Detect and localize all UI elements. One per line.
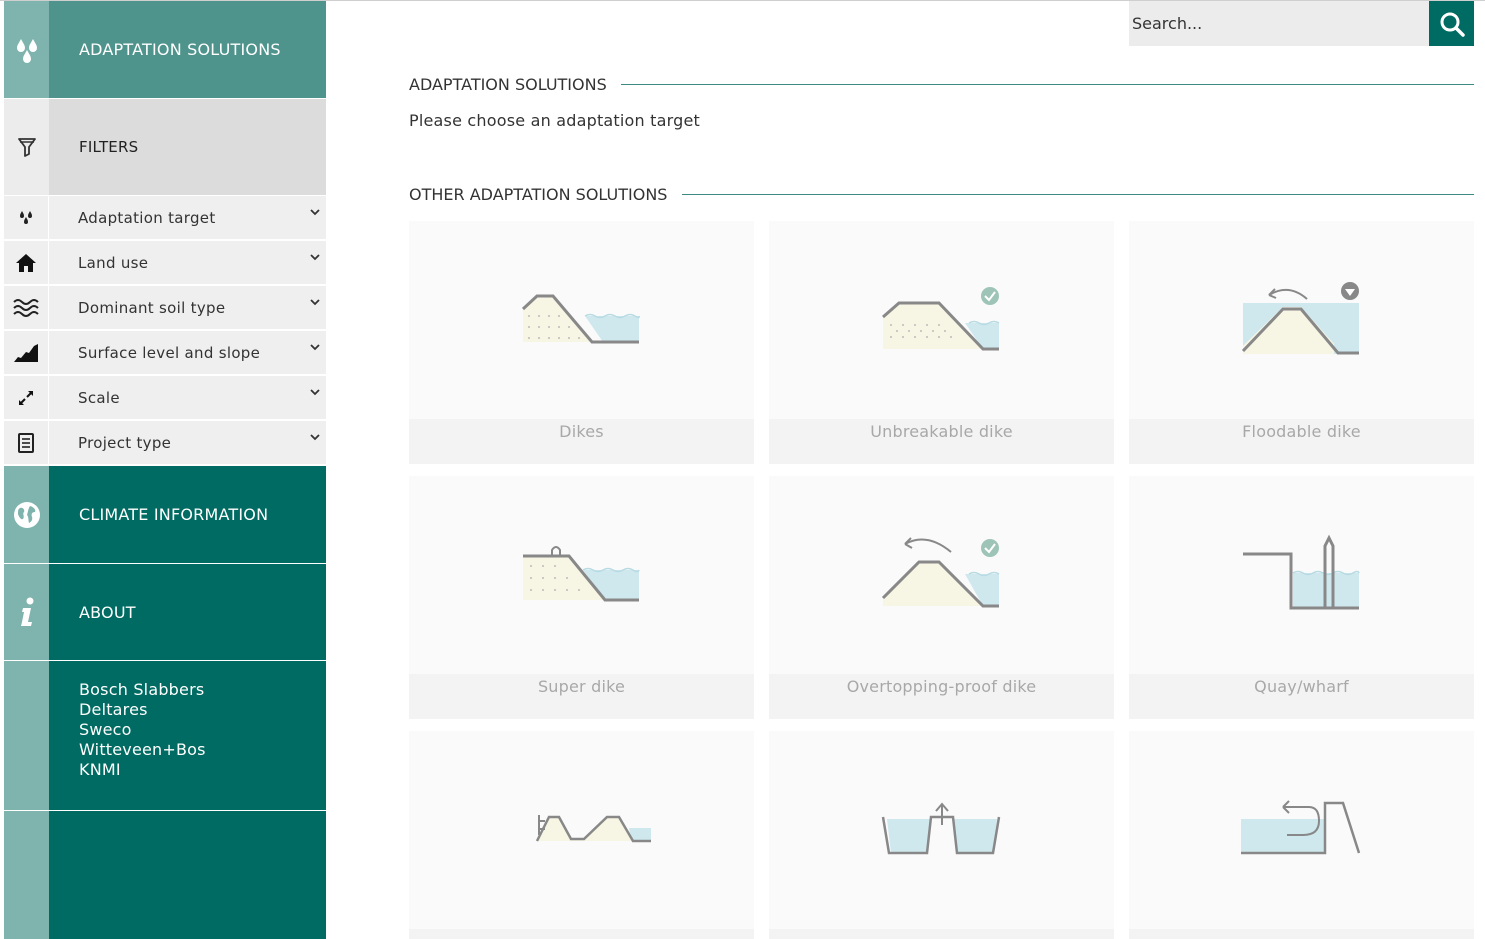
partner-name[interactable]: KNMI: [79, 760, 121, 780]
section-header-adaptation: ADAPTATION SOLUTIONS: [409, 75, 1474, 94]
sidebar-footer: [4, 811, 326, 939]
search-input[interactable]: [1129, 1, 1429, 46]
instruction-text: Please choose an adaptation target: [409, 111, 701, 130]
chevron-down-icon: [310, 299, 320, 306]
filter-surface-level-slope[interactable]: Surface level and slope: [4, 331, 326, 375]
card-quay-wharf[interactable]: Quay/wharf: [1129, 476, 1474, 719]
partner-name[interactable]: Bosch Slabbers: [79, 680, 204, 700]
filter-label: Project type: [78, 433, 172, 452]
nav-label: ADAPTATION SOLUTIONS: [49, 1, 326, 98]
search-icon: [1440, 12, 1465, 37]
filter-label: Dominant soil type: [78, 298, 226, 317]
partner-name[interactable]: Witteveen+Bos: [79, 740, 206, 760]
filter-dominant-soil-type[interactable]: Dominant soil type: [4, 286, 326, 330]
nav-adaptation-solutions[interactable]: ADAPTATION SOLUTIONS: [4, 1, 326, 98]
card-compartment[interactable]: [769, 731, 1114, 939]
search-button[interactable]: [1429, 1, 1474, 46]
water-drops-icon: [4, 1, 49, 98]
partner-name[interactable]: Sweco: [79, 720, 132, 740]
nav-about[interactable]: ABOUT: [4, 564, 326, 660]
card-floodable-dike[interactable]: Floodable dike: [1129, 221, 1474, 464]
chevron-down-icon: [310, 209, 320, 216]
info-icon: [4, 564, 49, 660]
partner-name[interactable]: Deltares: [79, 700, 148, 720]
card-title: Dikes: [409, 419, 754, 464]
card-title: Floodable dike: [1129, 419, 1474, 464]
card-return-flow[interactable]: [1129, 731, 1474, 939]
card-multiple-dikes[interactable]: [409, 731, 754, 939]
search-bar: [1129, 1, 1474, 46]
chevron-down-icon: [310, 344, 320, 351]
filter-land-use[interactable]: Land use: [4, 241, 326, 285]
nav-label: CLIMATE INFORMATION: [49, 466, 326, 563]
drops-icon: [4, 196, 49, 239]
card-unbreakable-dike[interactable]: Unbreakable dike: [769, 221, 1114, 464]
globe-icon: [4, 466, 49, 563]
overtopping-proof-dike-icon: [881, 537, 1000, 608]
floodable-dike-icon: [1241, 282, 1359, 355]
card-title: Unbreakable dike: [769, 419, 1114, 464]
nav-filters[interactable]: FILTERS: [4, 99, 326, 195]
nav-climate-information[interactable]: CLIMATE INFORMATION: [4, 466, 326, 563]
card-super-dike[interactable]: Super dike: [409, 476, 754, 719]
expand-icon: [4, 376, 49, 419]
waves-icon: [4, 286, 49, 329]
section-header-other: OTHER ADAPTATION SOLUTIONS: [409, 185, 1474, 204]
filter-adaptation-target[interactable]: Adaptation target: [4, 196, 326, 240]
card-dikes[interactable]: Dikes: [409, 221, 754, 464]
sidebar: ADAPTATION SOLUTIONS FILTERS Adaptation …: [4, 1, 326, 939]
super-dike-icon: [523, 546, 640, 602]
partners-block: Bosch Slabbers Deltares Sweco Witteveen+…: [4, 661, 326, 810]
multiple-dikes-icon: [535, 815, 651, 843]
filter-label: Surface level and slope: [78, 343, 261, 362]
unbreakable-dike-icon: [882, 287, 1000, 351]
card-title: [1129, 929, 1474, 939]
nav-label: ABOUT: [49, 564, 326, 660]
filter-label: Adaptation target: [78, 208, 216, 227]
card-title: [409, 929, 754, 939]
dike-icon: [521, 294, 640, 344]
filter-icon: [4, 99, 49, 195]
chevron-down-icon: [310, 254, 320, 261]
section-title: OTHER ADAPTATION SOLUTIONS: [409, 185, 668, 204]
filter-label: Scale: [78, 388, 120, 407]
section-title: ADAPTATION SOLUTIONS: [409, 75, 607, 94]
chevron-down-icon: [310, 389, 320, 396]
quay-wharf-icon: [1243, 534, 1360, 610]
filter-project-type[interactable]: Project type: [4, 421, 326, 465]
document-icon: [4, 421, 49, 464]
filter-scale[interactable]: Scale: [4, 376, 326, 420]
compartment-icon: [881, 802, 1001, 855]
card-title: Quay/wharf: [1129, 674, 1474, 719]
card-title: [769, 929, 1114, 939]
card-overtopping-proof-dike[interactable]: Overtopping-proof dike: [769, 476, 1114, 719]
house-icon: [4, 241, 49, 284]
return-flow-icon: [1241, 800, 1361, 855]
slope-icon: [4, 331, 49, 374]
chevron-down-icon: [310, 434, 320, 441]
filter-label: Land use: [78, 253, 149, 272]
nav-label: FILTERS: [49, 99, 326, 195]
card-title: Super dike: [409, 674, 754, 719]
card-title: Overtopping-proof dike: [769, 674, 1114, 719]
